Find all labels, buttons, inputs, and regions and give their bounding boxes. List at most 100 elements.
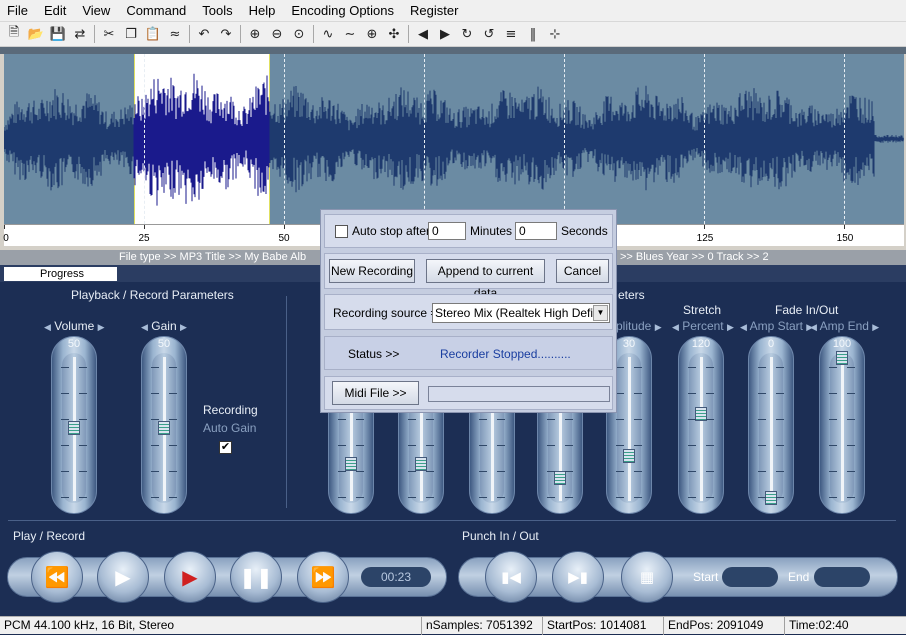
batch-convert-icon[interactable]: ⇄: [69, 23, 91, 45]
copy-icon[interactable]: ❐: [120, 23, 142, 45]
gain-increase-icon[interactable]: ▶: [180, 322, 187, 332]
menu-encoding-options[interactable]: Encoding Options: [283, 0, 402, 22]
auto-stop-seconds-input[interactable]: 0: [515, 222, 557, 240]
rewind-button[interactable]: ⏪: [31, 551, 83, 603]
open-folder-icon[interactable]: 📂: [25, 23, 47, 45]
auto-gain-checkbox[interactable]: ✔: [219, 441, 232, 454]
amp-end-slider[interactable]: 100: [819, 336, 865, 514]
record-button[interactable]: ▶: [164, 551, 216, 603]
amplitude-thumb[interactable]: [623, 449, 635, 463]
effect-slider-1-thumb[interactable]: [345, 457, 357, 471]
slider-tick: [169, 471, 177, 472]
slider-tick: [61, 367, 69, 368]
cut-icon[interactable]: ✂: [98, 23, 120, 45]
silence-icon[interactable]: ∼: [339, 23, 361, 45]
zoom-out-icon[interactable]: ⊖: [266, 23, 288, 45]
percent-increase-icon[interactable]: ▶: [727, 322, 734, 332]
channels-icon[interactable]: ‖: [522, 23, 544, 45]
auto-stop-minutes-input[interactable]: 0: [428, 222, 466, 240]
fade-right-icon[interactable]: ▶: [434, 23, 456, 45]
menu-command[interactable]: Command: [118, 0, 194, 22]
slider-tick: [356, 419, 364, 420]
percent-slider[interactable]: 120: [678, 336, 724, 514]
waveform-view[interactable]: [4, 54, 904, 224]
volume-decrease-icon[interactable]: ◀: [44, 322, 51, 332]
gain-decrease-icon[interactable]: ◀: [141, 322, 148, 332]
amp-start-decrease-icon[interactable]: ◀: [740, 322, 747, 332]
append-to-current-data-button[interactable]: Append to current data: [426, 259, 545, 300]
waveform-icon[interactable]: ∿: [317, 23, 339, 45]
pause-button[interactable]: ❚❚: [230, 551, 282, 603]
menu-help[interactable]: Help: [241, 0, 284, 22]
gain-slider[interactable]: 50: [141, 336, 187, 514]
stretch-label: Stretch: [683, 303, 722, 317]
amp-end-thumb[interactable]: [836, 351, 848, 365]
cursor-cross-icon[interactable]: ⊕: [361, 23, 383, 45]
menu-edit[interactable]: Edit: [36, 0, 74, 22]
zoom-in-icon[interactable]: ⊕: [244, 23, 266, 45]
panel-horizontal-divider: [8, 520, 896, 521]
spectrum-icon[interactable]: ⊹: [544, 23, 566, 45]
punch-out-button[interactable]: ▶▮: [552, 551, 604, 603]
slider-tick: [547, 471, 555, 472]
recording-source-row: Recording source = Stereo Mix (Realtek H…: [324, 294, 613, 330]
percent-label-text: Percent: [682, 319, 724, 333]
percent-decrease-icon[interactable]: ◀: [672, 322, 679, 332]
zoom-fit-icon[interactable]: ⊙: [288, 23, 310, 45]
midi-file-button[interactable]: Midi File >>: [332, 381, 419, 405]
effect-slider-2-thumb[interactable]: [415, 457, 427, 471]
menu-register[interactable]: Register: [402, 0, 466, 22]
fade-left-icon[interactable]: ◀: [412, 23, 434, 45]
punch-in-button[interactable]: ▮◀: [485, 551, 537, 603]
record-icon: ▶: [182, 565, 198, 589]
volume-thumb[interactable]: [68, 421, 80, 435]
progress-tab[interactable]: Progress: [4, 267, 117, 281]
play-button[interactable]: ▶: [97, 551, 149, 603]
slider-tick: [706, 497, 714, 498]
amp-start-thumb[interactable]: [765, 491, 777, 505]
new-file-icon[interactable]: 🗎: [3, 23, 25, 45]
amp-start-slider[interactable]: 0: [748, 336, 794, 514]
slider-tick: [616, 419, 624, 420]
amplitude-increase-icon[interactable]: ▶: [655, 322, 662, 332]
normalize-icon[interactable]: ≡: [500, 23, 522, 45]
amp-end-decrease-icon[interactable]: ◀: [810, 322, 817, 332]
redo-icon[interactable]: ↷: [215, 23, 237, 45]
reverse-icon[interactable]: ↺: [478, 23, 500, 45]
punch-region-button[interactable]: ▦: [621, 551, 673, 603]
menu-file[interactable]: File: [0, 0, 36, 22]
cancel-button[interactable]: Cancel: [556, 259, 609, 283]
slider-tick: [497, 497, 505, 498]
save-icon[interactable]: 💾: [47, 23, 69, 45]
chevron-down-icon[interactable]: ▼: [593, 305, 608, 321]
menu-view[interactable]: View: [74, 0, 118, 22]
effect-slider-4-thumb[interactable]: [554, 471, 566, 485]
new-recording-button[interactable]: New Recording: [329, 259, 415, 283]
slider-tick: [338, 445, 346, 446]
volume-slider[interactable]: 50: [51, 336, 97, 514]
file-info-left: File type >> MP3 Title >> My Babe Alb: [119, 251, 307, 263]
recording-source-select[interactable]: Stereo Mix (Realtek High Defini ▼: [432, 303, 610, 323]
auto-stop-checkbox[interactable]: [335, 225, 348, 238]
paste-icon[interactable]: 📋: [142, 23, 164, 45]
volume-increase-icon[interactable]: ▶: [98, 322, 105, 332]
punch-start-label: Start: [693, 570, 719, 584]
punch-start-field[interactable]: [722, 567, 778, 587]
slider-tick: [497, 445, 505, 446]
slider-tick: [758, 497, 766, 498]
split-icon[interactable]: ✣: [383, 23, 405, 45]
punch-end-field[interactable]: [814, 567, 870, 587]
panel-divider: [286, 296, 287, 508]
slider-tick: [616, 497, 624, 498]
undo-icon[interactable]: ↶: [193, 23, 215, 45]
amp-end-increase-icon[interactable]: ▶: [872, 322, 879, 332]
slider-tick: [847, 367, 855, 368]
fast-forward-button[interactable]: ⏩: [297, 551, 349, 603]
loop-icon[interactable]: ↻: [456, 23, 478, 45]
status-nsamples: nSamples: 7051392: [422, 617, 543, 635]
menu-tools[interactable]: Tools: [194, 0, 240, 22]
mix-paste-icon[interactable]: ≈: [164, 23, 186, 45]
percent-label: ◀ Percent ▶: [672, 319, 734, 333]
gain-thumb[interactable]: [158, 421, 170, 435]
waveform-overview-bar[interactable]: [0, 47, 906, 54]
